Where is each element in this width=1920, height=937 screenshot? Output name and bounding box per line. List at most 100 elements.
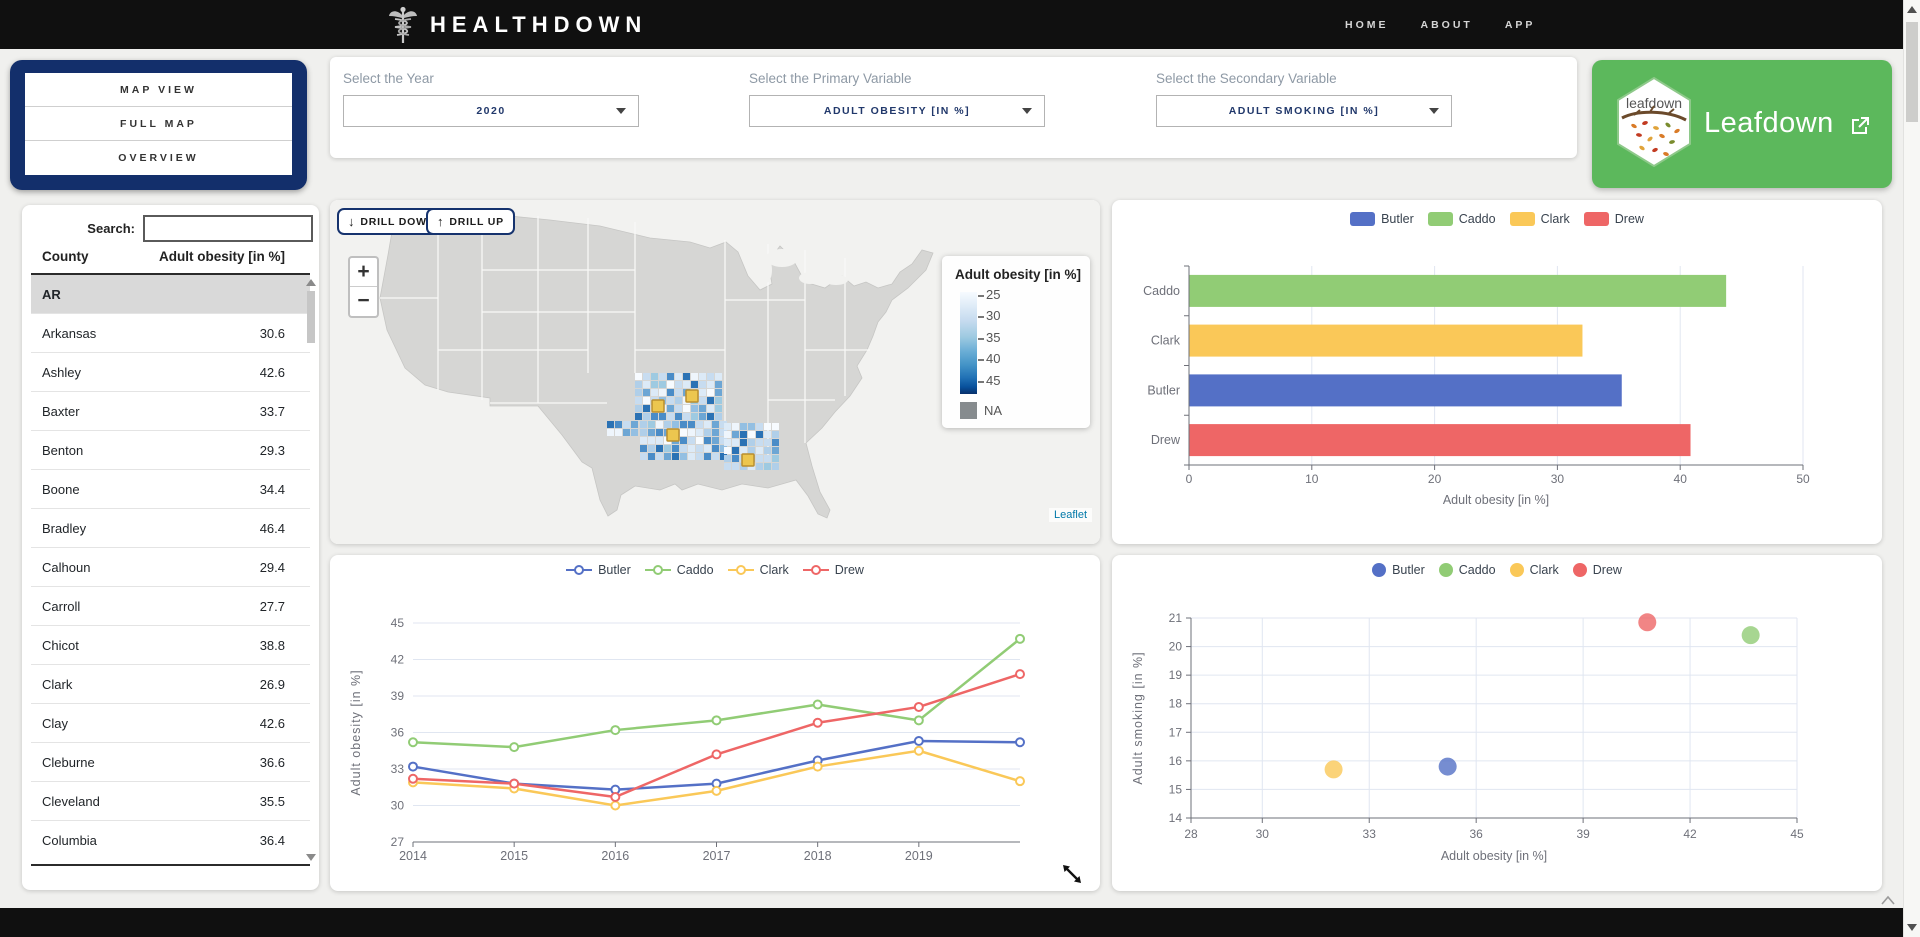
data-point[interactable] bbox=[814, 763, 822, 771]
zoom-in-button[interactable]: + bbox=[350, 258, 377, 287]
data-point[interactable] bbox=[713, 716, 721, 724]
legend-item-clark[interactable]: Clark bbox=[1510, 563, 1559, 577]
data-point[interactable] bbox=[611, 726, 619, 734]
data-point[interactable] bbox=[611, 793, 619, 801]
legend-item-drew[interactable]: Drew bbox=[803, 563, 864, 577]
legend-item-butler[interactable]: Butler bbox=[566, 563, 631, 577]
zoom-out-button[interactable]: − bbox=[350, 287, 377, 315]
legend-swatch bbox=[1510, 212, 1535, 226]
page-scrollbar[interactable] bbox=[1903, 0, 1920, 937]
table-row[interactable]: Columbia36.4 bbox=[31, 820, 310, 859]
table-scrollbar[interactable] bbox=[306, 279, 316, 861]
scatter-point-drew[interactable] bbox=[1638, 613, 1656, 631]
leafdown-link-button[interactable]: leafdown Leafdown bbox=[1592, 60, 1892, 188]
data-point[interactable] bbox=[1016, 777, 1024, 785]
table-scrollbar-thumb[interactable] bbox=[307, 291, 315, 343]
map-view-button[interactable]: MAP VIEW bbox=[25, 73, 292, 107]
data-point[interactable] bbox=[510, 743, 518, 751]
data-point[interactable] bbox=[713, 750, 721, 758]
data-point[interactable] bbox=[1016, 738, 1024, 746]
table-row[interactable]: Arkansas30.6 bbox=[31, 313, 310, 352]
data-point[interactable] bbox=[915, 737, 923, 745]
bar-drew[interactable] bbox=[1190, 424, 1691, 456]
table-row[interactable]: Cleburne36.6 bbox=[31, 742, 310, 781]
data-point[interactable] bbox=[915, 716, 923, 724]
legend-swatch bbox=[803, 565, 829, 575]
scrollbar-up-icon[interactable] bbox=[1907, 6, 1917, 13]
table-row[interactable]: Baxter33.7 bbox=[31, 391, 310, 430]
svg-text:45: 45 bbox=[1790, 827, 1804, 841]
column-header-value[interactable]: Adult obesity [in %] bbox=[159, 249, 285, 264]
value-cell: 46.4 bbox=[260, 521, 285, 536]
table-row[interactable]: Clark26.9 bbox=[31, 664, 310, 703]
drill-up-button[interactable]: ↑ DRILL UP bbox=[426, 208, 515, 235]
data-point[interactable] bbox=[409, 738, 417, 746]
data-point[interactable] bbox=[814, 719, 822, 727]
legend-item-clark[interactable]: Clark bbox=[1510, 212, 1570, 226]
data-point[interactable] bbox=[611, 802, 619, 810]
scroll-to-top-icon[interactable] bbox=[1878, 893, 1898, 907]
data-point[interactable] bbox=[915, 703, 923, 711]
line-series-caddo[interactable] bbox=[413, 639, 1020, 747]
data-point[interactable] bbox=[1016, 670, 1024, 678]
highlighted-county-clark[interactable] bbox=[667, 429, 679, 441]
highlighted-county-butler[interactable] bbox=[652, 400, 664, 412]
legend-item-drew[interactable]: Drew bbox=[1573, 563, 1622, 577]
bar-clark[interactable] bbox=[1190, 325, 1583, 357]
data-point[interactable] bbox=[915, 747, 923, 755]
legend-item-caddo[interactable]: Caddo bbox=[1439, 563, 1496, 577]
legend-item-butler[interactable]: Butler bbox=[1372, 563, 1425, 577]
table-row[interactable]: Carroll27.7 bbox=[31, 586, 310, 625]
scatter-point-caddo[interactable] bbox=[1742, 626, 1760, 644]
table-row[interactable]: Boone34.4 bbox=[31, 469, 310, 508]
bar-caddo[interactable] bbox=[1190, 275, 1727, 307]
view-switcher-card: MAP VIEW FULL MAP OVERVIEW bbox=[10, 60, 307, 190]
scatter-point-clark[interactable] bbox=[1325, 760, 1343, 778]
scrollbar-down-icon[interactable] bbox=[1907, 924, 1917, 931]
table-row[interactable]: Bradley46.4 bbox=[31, 508, 310, 547]
data-point[interactable] bbox=[814, 701, 822, 709]
svg-text:50: 50 bbox=[1796, 472, 1810, 486]
nav-link-about[interactable]: ABOUT bbox=[1421, 19, 1473, 31]
data-point[interactable] bbox=[1016, 635, 1024, 643]
value-cell: 34.4 bbox=[260, 482, 285, 497]
legend-tick: 35 bbox=[978, 330, 1000, 345]
line-series-drew[interactable] bbox=[413, 674, 1020, 797]
table-row[interactable]: Clay42.6 bbox=[31, 703, 310, 742]
legend-item-butler[interactable]: Butler bbox=[1350, 212, 1414, 226]
leafdown-label: Leafdown bbox=[1704, 107, 1834, 140]
nav-link-home[interactable]: HOME bbox=[1345, 19, 1389, 31]
table-scroll-down-icon[interactable] bbox=[306, 854, 316, 861]
legend-item-caddo[interactable]: Caddo bbox=[1428, 212, 1496, 226]
full-map-button[interactable]: FULL MAP bbox=[25, 107, 292, 141]
page-scrollbar-thumb[interactable] bbox=[1906, 22, 1918, 122]
data-point[interactable] bbox=[409, 775, 417, 783]
bar-butler[interactable] bbox=[1190, 374, 1622, 406]
highlighted-county-caddo[interactable] bbox=[686, 390, 698, 402]
table-row[interactable]: Chicot38.8 bbox=[31, 625, 310, 664]
svg-text:Drew: Drew bbox=[1151, 433, 1181, 447]
data-point[interactable] bbox=[510, 780, 518, 788]
overview-button[interactable]: OVERVIEW bbox=[25, 141, 292, 174]
column-header-county[interactable]: County bbox=[42, 249, 89, 264]
table-scroll-up-icon[interactable] bbox=[306, 279, 316, 286]
year-select[interactable]: 2020 bbox=[343, 95, 639, 127]
legend-item-clark[interactable]: Clark bbox=[728, 563, 789, 577]
search-input[interactable] bbox=[143, 215, 313, 242]
data-point[interactable] bbox=[713, 787, 721, 795]
table-row[interactable]: Ashley42.6 bbox=[31, 352, 310, 391]
line-chart-panel: ButlerCaddoClarkDrew 2730333639424520142… bbox=[330, 555, 1100, 891]
nav-link-app[interactable]: APP bbox=[1505, 19, 1536, 31]
legend-item-caddo[interactable]: Caddo bbox=[645, 563, 714, 577]
table-row[interactable]: Calhoun29.4 bbox=[31, 547, 310, 586]
primary-variable-select[interactable]: ADULT OBESITY [IN %] bbox=[749, 95, 1045, 127]
scatter-point-butler[interactable] bbox=[1439, 758, 1457, 776]
secondary-variable-select[interactable]: ADULT SMOKING [IN %] bbox=[1156, 95, 1452, 127]
table-row[interactable]: Benton29.3 bbox=[31, 430, 310, 469]
table-row[interactable]: Cleveland35.5 bbox=[31, 781, 310, 820]
leaflet-attribution-link[interactable]: Leaflet bbox=[1049, 508, 1092, 522]
data-point[interactable] bbox=[409, 763, 417, 771]
highlighted-county-drew[interactable] bbox=[742, 454, 754, 466]
legend-item-drew[interactable]: Drew bbox=[1584, 212, 1644, 226]
county-cell: Benton bbox=[42, 443, 83, 458]
